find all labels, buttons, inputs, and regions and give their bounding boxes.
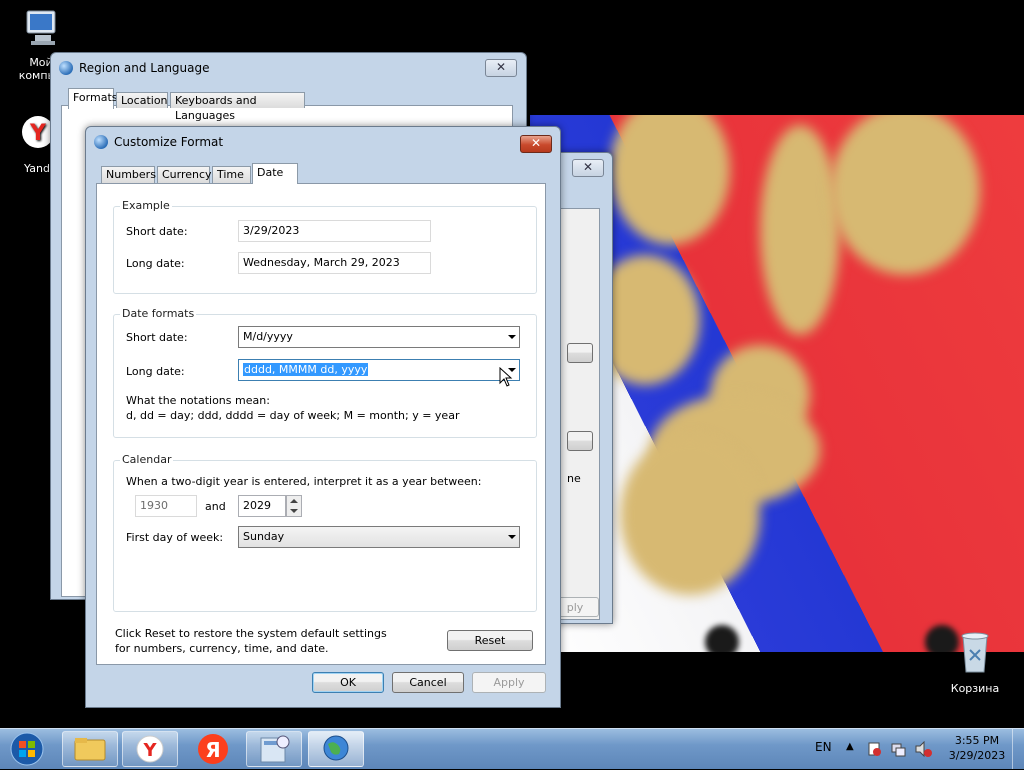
volume-muted-icon[interactable] — [914, 740, 932, 760]
window-title: Customize Format — [114, 135, 224, 149]
globe-icon — [323, 735, 349, 761]
recycle-bin-icon — [955, 630, 995, 676]
spinner-down-icon[interactable] — [290, 509, 298, 513]
folder-icon — [74, 738, 106, 761]
action-center-icon[interactable] — [866, 741, 882, 760]
example-group: Example Short date: 3/29/2023 Long date:… — [113, 199, 537, 294]
tab-numbers[interactable]: Numbers — [101, 166, 156, 183]
taskbar: Y Я EN ▲ 3:55 PM 3/29/2023 — [0, 728, 1024, 769]
taskbar-region-language[interactable] — [308, 731, 364, 767]
close-button[interactable]: ✕ — [520, 135, 552, 153]
svg-text:Я: Я — [205, 738, 220, 762]
customize-format-dialog: Customize Format ✕ Numbers Currency Time… — [85, 126, 561, 708]
network-icon[interactable] — [890, 741, 906, 760]
spinner-up-icon[interactable] — [290, 499, 298, 503]
bg-window-client: ne ply — [551, 208, 600, 620]
short-date-format-combo[interactable]: M/d/yyyy — [238, 326, 520, 348]
tab-location[interactable]: Location — [116, 92, 168, 108]
svg-text:Y: Y — [29, 121, 47, 146]
close-button[interactable]: ✕ — [485, 59, 517, 77]
language-indicator[interactable]: EN — [815, 740, 832, 754]
globe-icon — [94, 135, 108, 149]
notation-title: What the notations mean: — [126, 394, 270, 407]
bg-button-2[interactable] — [567, 431, 593, 451]
example-group-label: Example — [120, 199, 172, 212]
reset-description: Click Reset to restore the system defaul… — [115, 627, 387, 655]
first-day-label: First day of week: — [126, 531, 224, 544]
bg-partial-text: ne — [567, 472, 581, 485]
taskbar-yandex[interactable]: Я — [184, 731, 240, 767]
computer-icon — [21, 8, 61, 48]
calendar-group-label: Calendar — [120, 453, 174, 466]
date-tab-panel: Numbers Currency Time Date Example Short… — [96, 163, 546, 665]
notation-text: d, dd = day; ddd, dddd = day of week; M … — [126, 409, 460, 422]
date-formats-group: Date formats Short date: M/d/yyyy Long d… — [113, 307, 537, 438]
cancel-button[interactable]: Cancel — [392, 672, 464, 693]
taskbar-yandex-browser[interactable]: Y — [122, 731, 178, 767]
globe-icon — [59, 61, 73, 75]
reset-button[interactable]: Reset — [447, 630, 533, 651]
year-from-field: 1930 — [135, 495, 197, 517]
and-label: and — [205, 500, 226, 513]
bg-button-1[interactable] — [567, 343, 593, 363]
year-spinner[interactable] — [286, 495, 302, 517]
tab-currency[interactable]: Currency — [157, 166, 212, 183]
clock-date: 3/29/2023 — [948, 749, 1006, 762]
taskbar-file-explorer[interactable] — [62, 731, 118, 767]
show-desktop-button[interactable] — [1012, 729, 1024, 769]
bg-close-button[interactable]: ✕ — [572, 159, 604, 177]
taskbar-control-panel[interactable] — [246, 731, 302, 767]
chevron-down-icon[interactable] — [508, 335, 516, 339]
control-panel-icon — [260, 735, 290, 763]
first-day-combo[interactable]: Sunday — [238, 526, 520, 548]
clock-time: 3:55 PM — [954, 734, 1000, 747]
apply-button[interactable]: Apply — [472, 672, 546, 693]
tab-time[interactable]: Time — [212, 166, 251, 183]
short-date-label: Short date: — [126, 225, 188, 238]
long-date-format-combo[interactable]: dddd, MMMM dd, yyyy — [238, 359, 520, 381]
desktop-icon-recycle-bin[interactable]: Корзина — [944, 630, 1006, 695]
mouse-cursor-icon — [499, 366, 513, 390]
long-date-label: Long date: — [126, 257, 185, 270]
short-date-format-label: Short date: — [126, 331, 188, 344]
long-date-format-value[interactable]: dddd, MMMM dd, yyyy — [243, 363, 369, 376]
svg-text:Y: Y — [142, 740, 157, 761]
window-title: Region and Language — [79, 61, 210, 75]
first-day-value: Sunday — [243, 530, 285, 543]
show-hidden-icons[interactable]: ▲ — [846, 741, 854, 752]
start-button[interactable] — [8, 731, 46, 767]
chevron-down-icon[interactable] — [508, 535, 516, 539]
tab-keyboards[interactable]: Keyboards and Languages — [170, 92, 305, 122]
example-short-date: 3/29/2023 — [238, 220, 431, 242]
tab-formats[interactable]: Formats — [68, 88, 118, 109]
yandex-browser-icon: Y — [136, 735, 164, 763]
clock[interactable]: 3:55 PM 3/29/2023 — [946, 734, 1008, 762]
calendar-group: Calendar When a two-digit year is entere… — [113, 453, 537, 612]
long-date-format-label: Long date: — [126, 365, 185, 378]
short-date-format-value: M/d/yyyy — [243, 330, 293, 343]
date-formats-group-label: Date formats — [120, 307, 197, 320]
desktop-icon-label: Корзина — [950, 682, 1000, 695]
ok-button[interactable]: OK — [312, 672, 384, 693]
tab-date[interactable]: Date — [252, 163, 298, 184]
year-to-field[interactable]: 2029 — [238, 495, 286, 517]
two-digit-year-text: When a two-digit year is entered, interp… — [126, 475, 482, 488]
yandex-icon: Я — [198, 734, 228, 764]
example-long-date: Wednesday, March 29, 2023 — [238, 252, 431, 274]
